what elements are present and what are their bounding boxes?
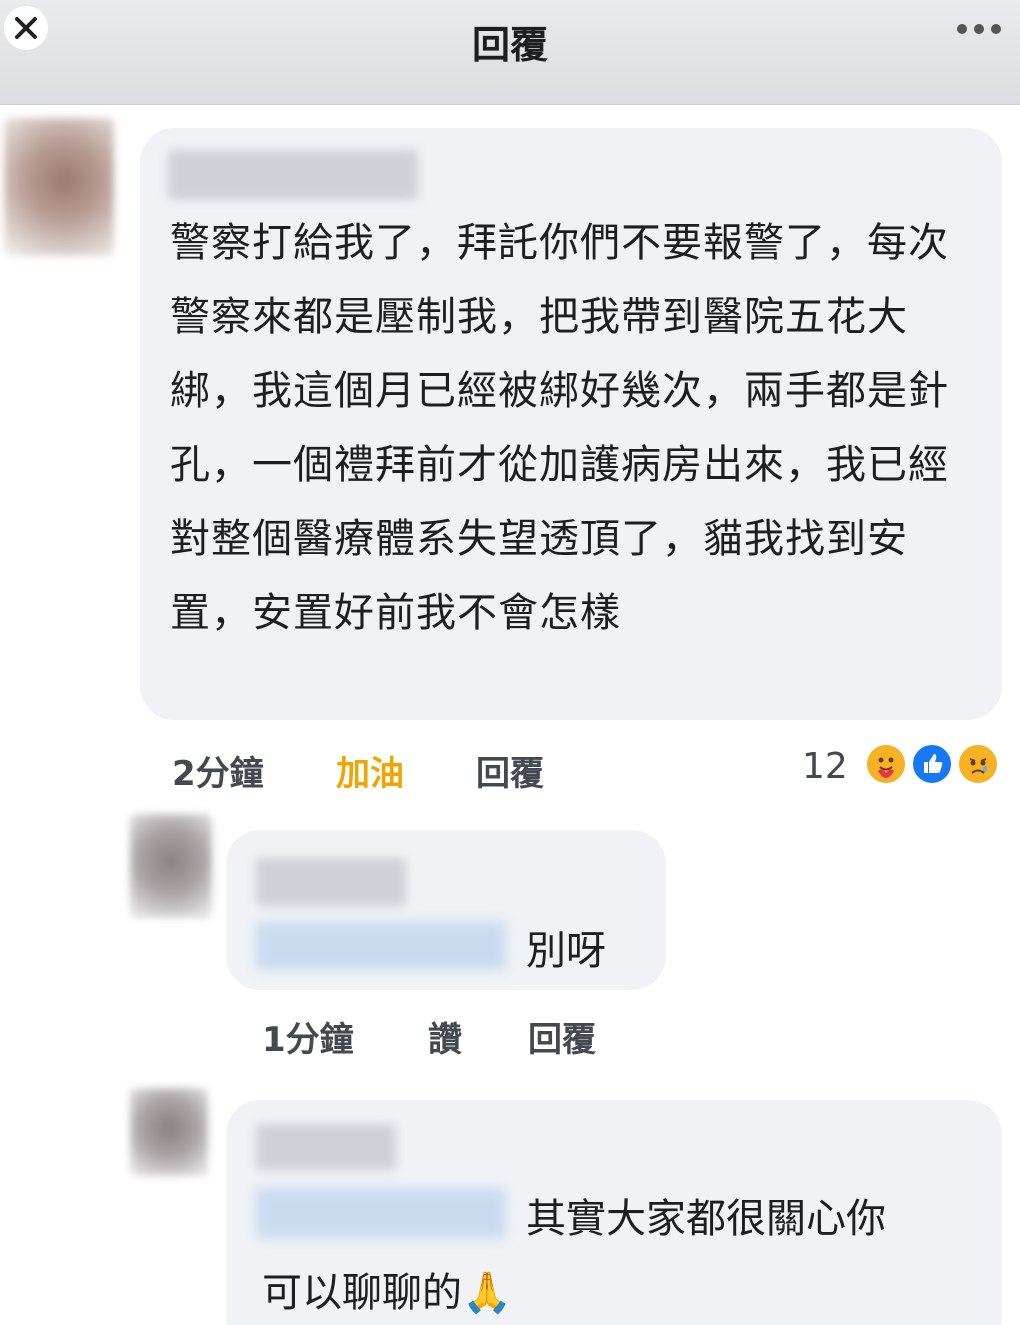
more-button[interactable]: [950, 18, 1008, 40]
cheer-reaction-button[interactable]: 加油: [336, 746, 404, 795]
reply-text: 別呀: [526, 928, 606, 974]
sad-reaction-icon[interactable]: [956, 742, 1000, 786]
reply-button[interactable]: 回覆: [528, 1012, 596, 1061]
more-horizontal-icon: [957, 24, 1001, 34]
comment-time: 2分鐘: [172, 754, 264, 794]
reply-text-line2: 可以聊聊的🙏: [262, 1260, 512, 1318]
replier-name-redacted[interactable]: [256, 858, 406, 906]
reply-button[interactable]: 回覆: [476, 746, 544, 795]
folded-hands-icon: 🙏: [462, 1270, 512, 1316]
commenter-name-redacted[interactable]: [168, 150, 418, 200]
reply-text-content: 可以聊聊的: [262, 1270, 462, 1316]
reply-time: 1分鐘: [262, 1020, 354, 1060]
reply-text: 其實大家都很關心你: [526, 1196, 886, 1242]
mention-tag-redacted[interactable]: [256, 1188, 506, 1238]
care-reaction-icon[interactable]: [864, 742, 908, 786]
avatar[interactable]: [4, 118, 114, 256]
comment-text: 警察打給我了，拜託你們不要報警了，每次警察來都是壓制我，把我帶到醫院五花大綁，我…: [170, 220, 949, 636]
avatar[interactable]: [130, 1088, 208, 1176]
page-title: 回覆: [471, 23, 548, 67]
avatar[interactable]: [130, 814, 212, 918]
reaction-count[interactable]: 12: [802, 746, 848, 787]
replier-name-redacted[interactable]: [256, 1124, 396, 1170]
like-button[interactable]: 讚: [428, 1012, 462, 1061]
header-bar: 回覆: [0, 0, 1020, 105]
mention-tag-redacted[interactable]: [256, 922, 506, 970]
like-reaction-icon[interactable]: [910, 742, 954, 786]
